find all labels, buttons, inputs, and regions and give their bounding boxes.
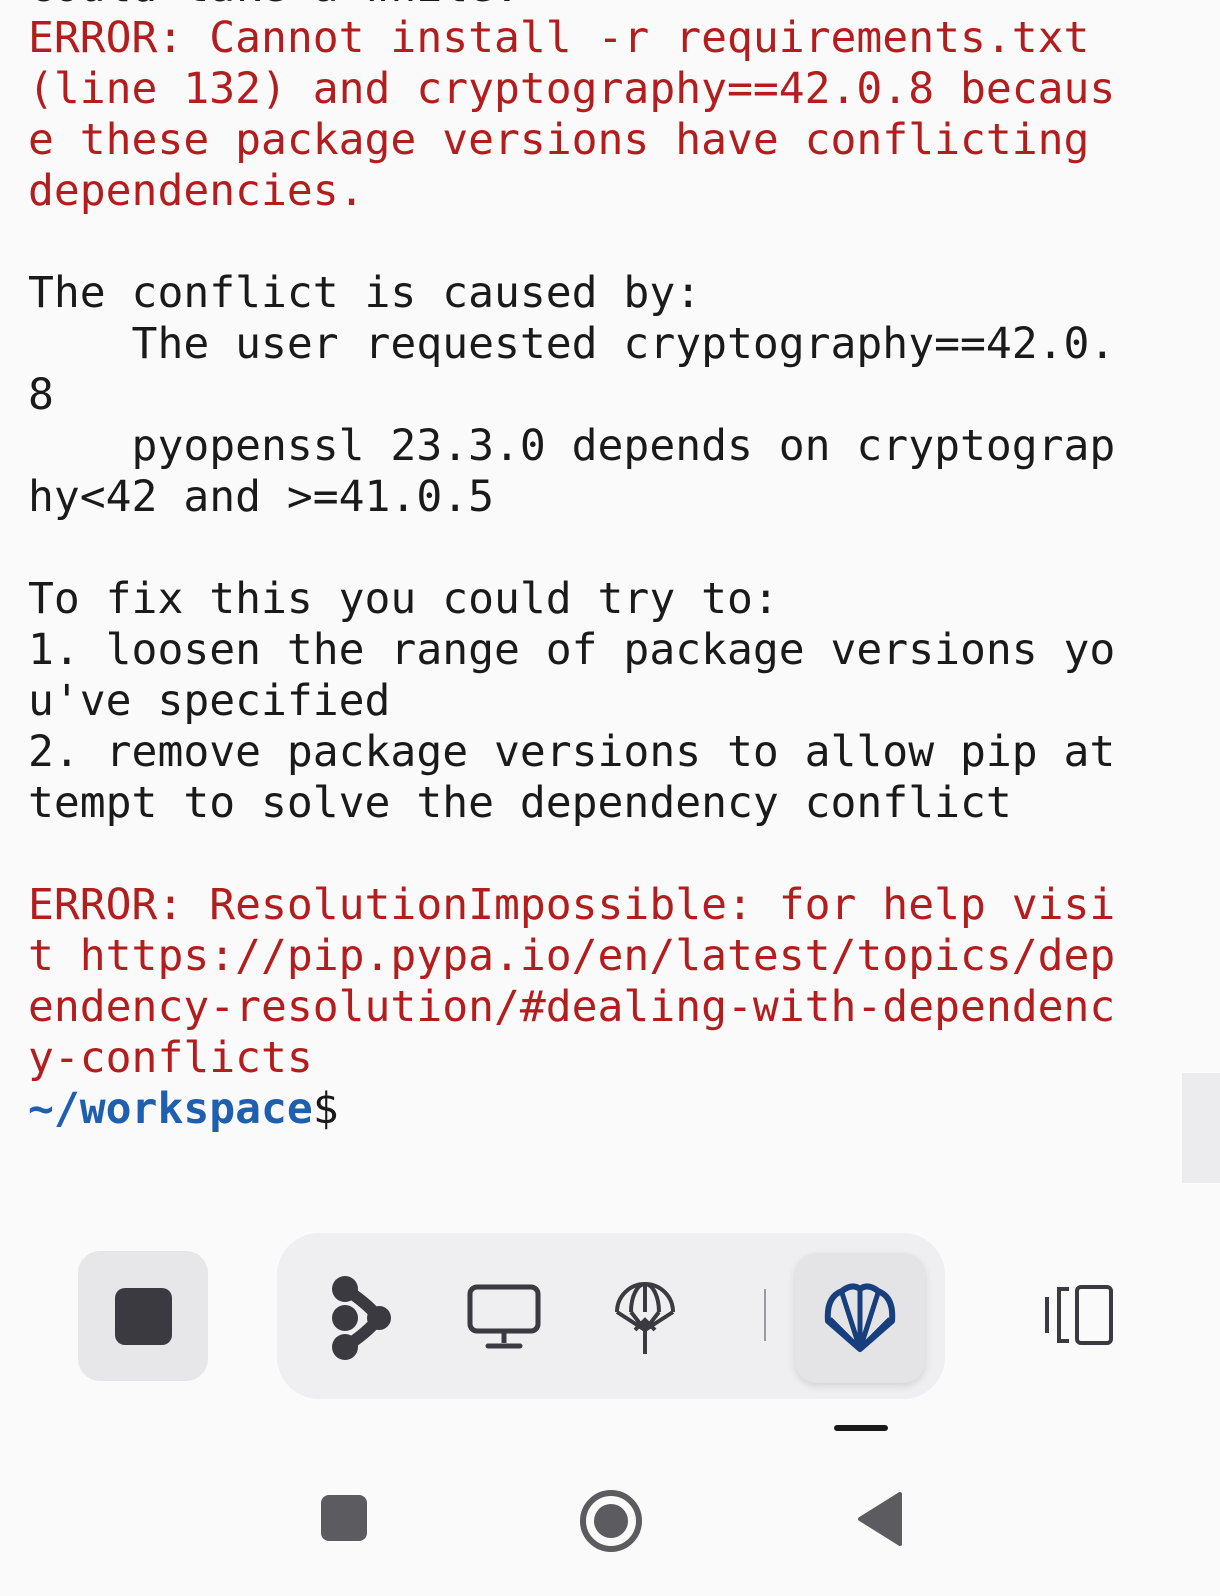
recents-button[interactable] <box>316 1490 372 1546</box>
terminal-line: hy<42 and >=41.0.5 <box>28 472 494 522</box>
terminal-line: ERROR: Cannot install -r requirements.tx… <box>28 13 1090 63</box>
shell-prompt[interactable]: ~/workspace$ <box>28 1084 339 1135</box>
split-view-icon <box>1045 1285 1113 1345</box>
terminal-line: (line 132) and cryptography==42.0.8 beca… <box>28 64 1116 114</box>
monitor-icon <box>467 1284 541 1349</box>
terminal-line: could take a while. <box>28 0 520 13</box>
terminal-line: u've specified <box>28 676 391 726</box>
terminal-line: t https://pip.pypa.io/en/latest/topics/d… <box>28 931 1116 981</box>
terminal-line: The conflict is caused by: <box>28 268 702 318</box>
split-view-button[interactable] <box>1034 1280 1124 1350</box>
shell-icon <box>824 1283 896 1352</box>
back-button[interactable] <box>848 1488 910 1550</box>
terminal-line: endency-resolution/#dealing-with-depende… <box>28 982 1116 1032</box>
scrollbar-thumb[interactable] <box>1182 1073 1220 1183</box>
terminal-line: dependencies. <box>28 166 365 216</box>
terminal-line: 8 <box>28 370 54 420</box>
terminal-line: ERROR: ResolutionImpossible: for help vi… <box>28 880 1116 930</box>
prompt-path: ~/workspace <box>28 1084 313 1134</box>
stop-button[interactable] <box>78 1251 208 1381</box>
prompt-symbol: $ <box>312 1084 339 1134</box>
tool-bar <box>277 1233 945 1399</box>
branch-icon <box>332 1276 391 1360</box>
terminal-line: 1. loosen the range of package versions … <box>28 625 1116 675</box>
selected-tab-indicator <box>834 1425 888 1431</box>
home-icon <box>580 1490 642 1552</box>
terminal-line: To fix this you could try to: <box>28 574 779 624</box>
toolbar-divider <box>764 1289 766 1341</box>
parachute-icon <box>615 1282 675 1354</box>
deploy-button[interactable] <box>590 1263 700 1373</box>
branch-button[interactable] <box>307 1263 417 1373</box>
terminal-line: 2. remove package versions to allow pip … <box>28 727 1116 777</box>
terminal-line: tempt to solve the dependency conflict <box>28 778 1012 828</box>
back-icon <box>858 1492 902 1546</box>
terminal-output[interactable]: could take a while.ERROR: Cannot install… <box>0 0 1180 1162</box>
shell-button[interactable] <box>795 1253 925 1383</box>
home-button[interactable] <box>576 1486 646 1556</box>
terminal-line: pyopenssl 23.3.0 depends on cryptograp <box>28 421 1116 471</box>
recents-icon <box>321 1495 367 1541</box>
terminal-line: The user requested cryptography==42.0. <box>28 319 1116 369</box>
stop-icon <box>115 1288 172 1345</box>
terminal-line: y-conflicts <box>28 1033 313 1083</box>
desktop-button[interactable] <box>449 1263 559 1373</box>
terminal-line: e these package versions have conflictin… <box>28 115 1090 165</box>
